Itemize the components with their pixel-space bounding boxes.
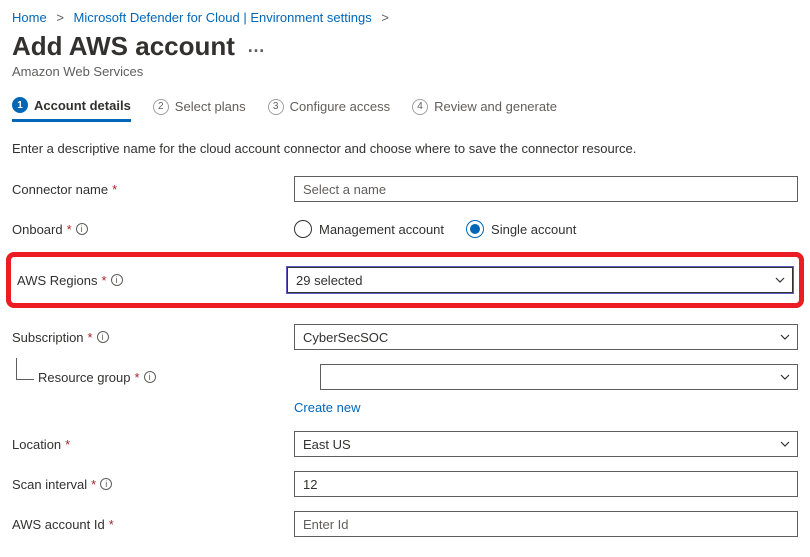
label-connector-name: Connector name* xyxy=(12,182,294,197)
tab-review-generate[interactable]: 4 Review and generate xyxy=(412,97,557,122)
create-new-link[interactable]: Create new xyxy=(294,400,360,415)
chevron-down-icon xyxy=(779,331,791,343)
scan-interval-input[interactable] xyxy=(294,471,798,497)
label-subscription: Subscription* i xyxy=(12,330,294,345)
radio-single-account[interactable]: Single account xyxy=(466,220,576,238)
label-onboard: Onboard* i xyxy=(12,222,294,237)
page-subtitle: Amazon Web Services xyxy=(12,64,798,79)
subscription-dropdown[interactable]: CyberSecSOC xyxy=(294,324,798,350)
chevron-down-icon xyxy=(779,371,791,383)
tab-account-details[interactable]: 1 Account details xyxy=(12,97,131,122)
aws-account-id-input[interactable] xyxy=(294,511,798,537)
radio-management-account[interactable]: Management account xyxy=(294,220,444,238)
step-number-icon: 3 xyxy=(268,99,284,115)
chevron-right-icon: > xyxy=(50,10,70,25)
step-number-icon: 1 xyxy=(12,97,28,113)
label-location: Location* xyxy=(12,437,294,452)
aws-regions-dropdown[interactable]: 29 selected xyxy=(287,267,793,293)
step-number-icon: 4 xyxy=(412,99,428,115)
page-title: Add AWS account … xyxy=(12,31,798,62)
breadcrumb-parent[interactable]: Microsoft Defender for Cloud | Environme… xyxy=(74,10,372,25)
label-aws-account-id: AWS account Id* xyxy=(12,517,294,532)
info-icon[interactable]: i xyxy=(111,274,123,286)
highlighted-row-aws-regions: AWS Regions* i 29 selected xyxy=(6,252,804,308)
breadcrumb-home[interactable]: Home xyxy=(12,10,47,25)
instructions-text: Enter a descriptive name for the cloud a… xyxy=(12,141,798,156)
resource-group-dropdown[interactable] xyxy=(320,364,798,390)
label-aws-regions: AWS Regions* i xyxy=(17,273,287,288)
info-icon[interactable]: i xyxy=(144,371,156,383)
breadcrumb: Home > Microsoft Defender for Cloud | En… xyxy=(12,10,798,25)
label-resource-group: Resource group* i xyxy=(38,370,320,385)
location-dropdown[interactable]: East US xyxy=(294,431,798,457)
more-actions-icon[interactable]: … xyxy=(247,36,266,57)
step-number-icon: 2 xyxy=(153,99,169,115)
connector-name-input[interactable] xyxy=(294,176,798,202)
info-icon[interactable]: i xyxy=(100,478,112,490)
info-icon[interactable]: i xyxy=(76,223,88,235)
label-scan-interval: Scan interval* i xyxy=(12,477,294,492)
wizard-steps: 1 Account details 2 Select plans 3 Confi… xyxy=(12,97,798,123)
tab-configure-access[interactable]: 3 Configure access xyxy=(268,97,390,122)
tab-select-plans[interactable]: 2 Select plans xyxy=(153,97,246,122)
info-icon[interactable]: i xyxy=(97,331,109,343)
tree-elbow-icon xyxy=(16,358,34,380)
chevron-right-icon: > xyxy=(375,10,395,25)
chevron-down-icon xyxy=(779,438,791,450)
chevron-down-icon xyxy=(774,274,786,286)
